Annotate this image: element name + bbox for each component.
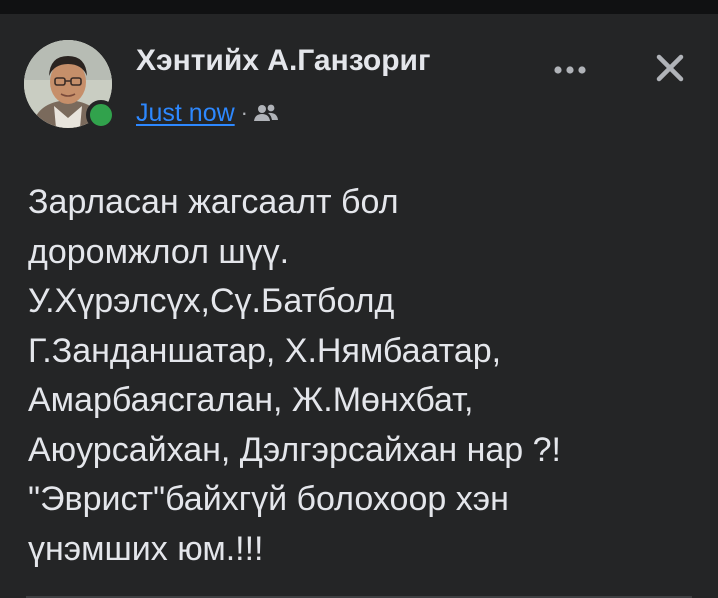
author-name[interactable]: Хэнтийх А.Ганзориг [136,44,430,78]
post-text: Зарласан жагсаалт бол доромжлол шүү. У.Х… [28,178,698,574]
post-text-line: У.Хүрэлсүх,Сү.Батболд [28,282,395,320]
top-strip [0,0,718,14]
post-timestamp[interactable]: Just now [136,99,235,128]
post-text-line: Аюурсайхан, Дэлгэрсайхан нар ?! [28,430,561,469]
post-meta: Just now · [136,98,278,128]
post-text-line: үнэмших юм.!!! [28,529,264,568]
post-text-line: "Эврист"байхгүй болохоор хэн [28,480,509,518]
close-button[interactable] [648,48,692,92]
post-text-line: Зарласан жагсаалт бол [28,183,399,221]
meta-separator: · [240,100,248,125]
close-icon [655,53,685,88]
author-avatar[interactable] [24,40,116,130]
more-options-button[interactable] [544,56,596,86]
post-text-line: доромжлол шүү. [28,232,290,271]
post-text-line: Г.Занданшатар, Х.Нямбаатар, [28,331,502,370]
post-card: Хэнтийх А.Ганзориг Just now · Зарласан ж… [0,14,718,598]
more-options-icon [553,62,587,80]
online-status-indicator [86,100,116,130]
friends-icon[interactable] [254,103,278,123]
post-text-line: Амарбаясгалан, Ж.Мөнхбат, [28,381,474,419]
